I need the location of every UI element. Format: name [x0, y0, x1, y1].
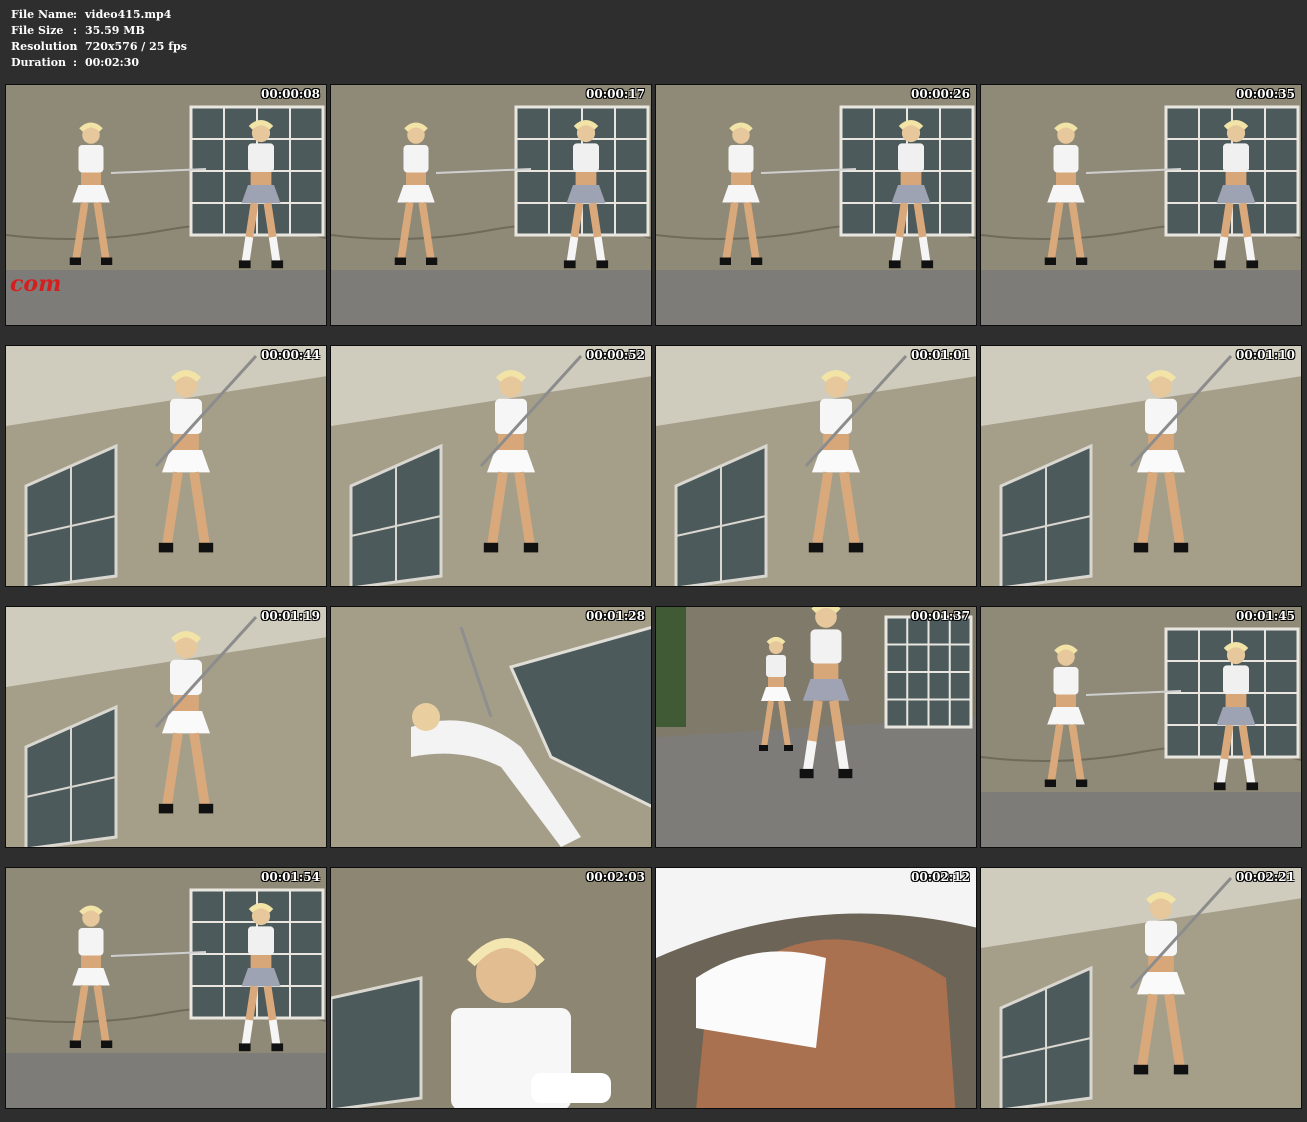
thumbnail-frame-image	[656, 346, 976, 586]
video-thumbnail[interactable]: 00:02:21	[980, 867, 1302, 1109]
resolution-value: 720x576 / 25 fps	[85, 40, 187, 53]
video-thumbnail[interactable]: 00:01:54	[5, 867, 327, 1109]
thumbnail-timestamp: 00:00:08	[261, 87, 320, 101]
thumbnail-frame-image	[656, 85, 976, 325]
duration-row: Duration : 00:02:30	[11, 55, 187, 71]
thumbnail-frame-image	[6, 346, 326, 586]
video-thumbnail[interactable]: 00:00:44	[5, 345, 327, 587]
video-thumbnail[interactable]: 00:02:12	[655, 867, 977, 1109]
video-thumbnail[interactable]: 00:01:37	[655, 606, 977, 848]
thumbnail-frame-image	[331, 346, 651, 586]
thumbnail-frame-image	[656, 868, 976, 1108]
video-thumbnail[interactable]: 00:00:35	[980, 84, 1302, 326]
watermark-text: com	[10, 271, 62, 297]
file-name-row: File Name : video415.mp4	[11, 7, 187, 23]
video-thumbnail[interactable]: 00:01:45	[980, 606, 1302, 848]
resolution-label: Resolution	[11, 40, 78, 53]
thumbnail-frame-image	[656, 607, 976, 847]
thumbnail-timestamp: 00:01:45	[1236, 609, 1295, 623]
thumbnail-frame-image	[981, 346, 1301, 586]
video-thumbnail[interactable]: 00:00:52	[330, 345, 652, 587]
file-size-separator: :	[73, 24, 78, 37]
video-thumbnail[interactable]: 00:01:10	[980, 345, 1302, 587]
thumbnail-timestamp: 00:01:37	[911, 609, 970, 623]
file-size-value: 35.59 MB	[85, 24, 145, 37]
thumbnail-timestamp: 00:01:01	[911, 348, 970, 362]
thumbnail-frame-image	[331, 607, 651, 847]
thumbnail-timestamp: 00:02:21	[1236, 870, 1295, 884]
thumbnail-frame-image	[981, 85, 1301, 325]
file-name-separator: :	[73, 8, 78, 21]
video-thumbnail[interactable]: 00:00:08 com	[5, 84, 327, 326]
file-name-value: video415.mp4	[85, 8, 172, 21]
file-size-row: File Size : 35.59 MB	[11, 23, 187, 39]
thumbnail-timestamp: 00:00:44	[261, 348, 320, 362]
video-thumbnail[interactable]: 00:01:28	[330, 606, 652, 848]
file-name-label: File Name	[11, 8, 74, 21]
thumbnail-frame-image	[981, 607, 1301, 847]
video-thumbnail[interactable]: 00:02:03	[330, 867, 652, 1109]
thumbnail-timestamp: 00:00:52	[586, 348, 645, 362]
resolution-row: Resolution : 720x576 / 25 fps	[11, 39, 187, 55]
duration-label: Duration	[11, 56, 67, 69]
thumbnail-timestamp: 00:02:03	[586, 870, 645, 884]
thumbnail-timestamp: 00:01:28	[586, 609, 645, 623]
video-thumbnail[interactable]: 00:00:17	[330, 84, 652, 326]
thumbnail-timestamp: 00:02:12	[911, 870, 970, 884]
thumbnail-timestamp: 00:01:10	[1236, 348, 1295, 362]
thumbnail-frame-image	[331, 85, 651, 325]
thumbnail-frame-image	[331, 868, 651, 1108]
thumbnail-frame-image	[6, 868, 326, 1108]
duration-value: 00:02:30	[85, 56, 140, 69]
file-size-label: File Size	[11, 24, 64, 37]
file-info-panel: File Name : video415.mp4 File Size : 35.…	[11, 7, 187, 71]
thumbnail-timestamp: 00:00:17	[586, 87, 645, 101]
thumbnail-timestamp: 00:01:54	[261, 870, 320, 884]
duration-separator: :	[73, 56, 78, 69]
thumbnail-timestamp: 00:00:35	[1236, 87, 1295, 101]
thumbnail-frame-image	[6, 607, 326, 847]
video-thumbnail[interactable]: 00:01:01	[655, 345, 977, 587]
thumbnail-frame-image	[981, 868, 1301, 1108]
thumbnail-timestamp: 00:01:19	[261, 609, 320, 623]
thumbnail-timestamp: 00:00:26	[911, 87, 970, 101]
resolution-separator: :	[73, 40, 78, 53]
video-thumbnail[interactable]: 00:00:26	[655, 84, 977, 326]
video-thumbnail[interactable]: 00:01:19	[5, 606, 327, 848]
